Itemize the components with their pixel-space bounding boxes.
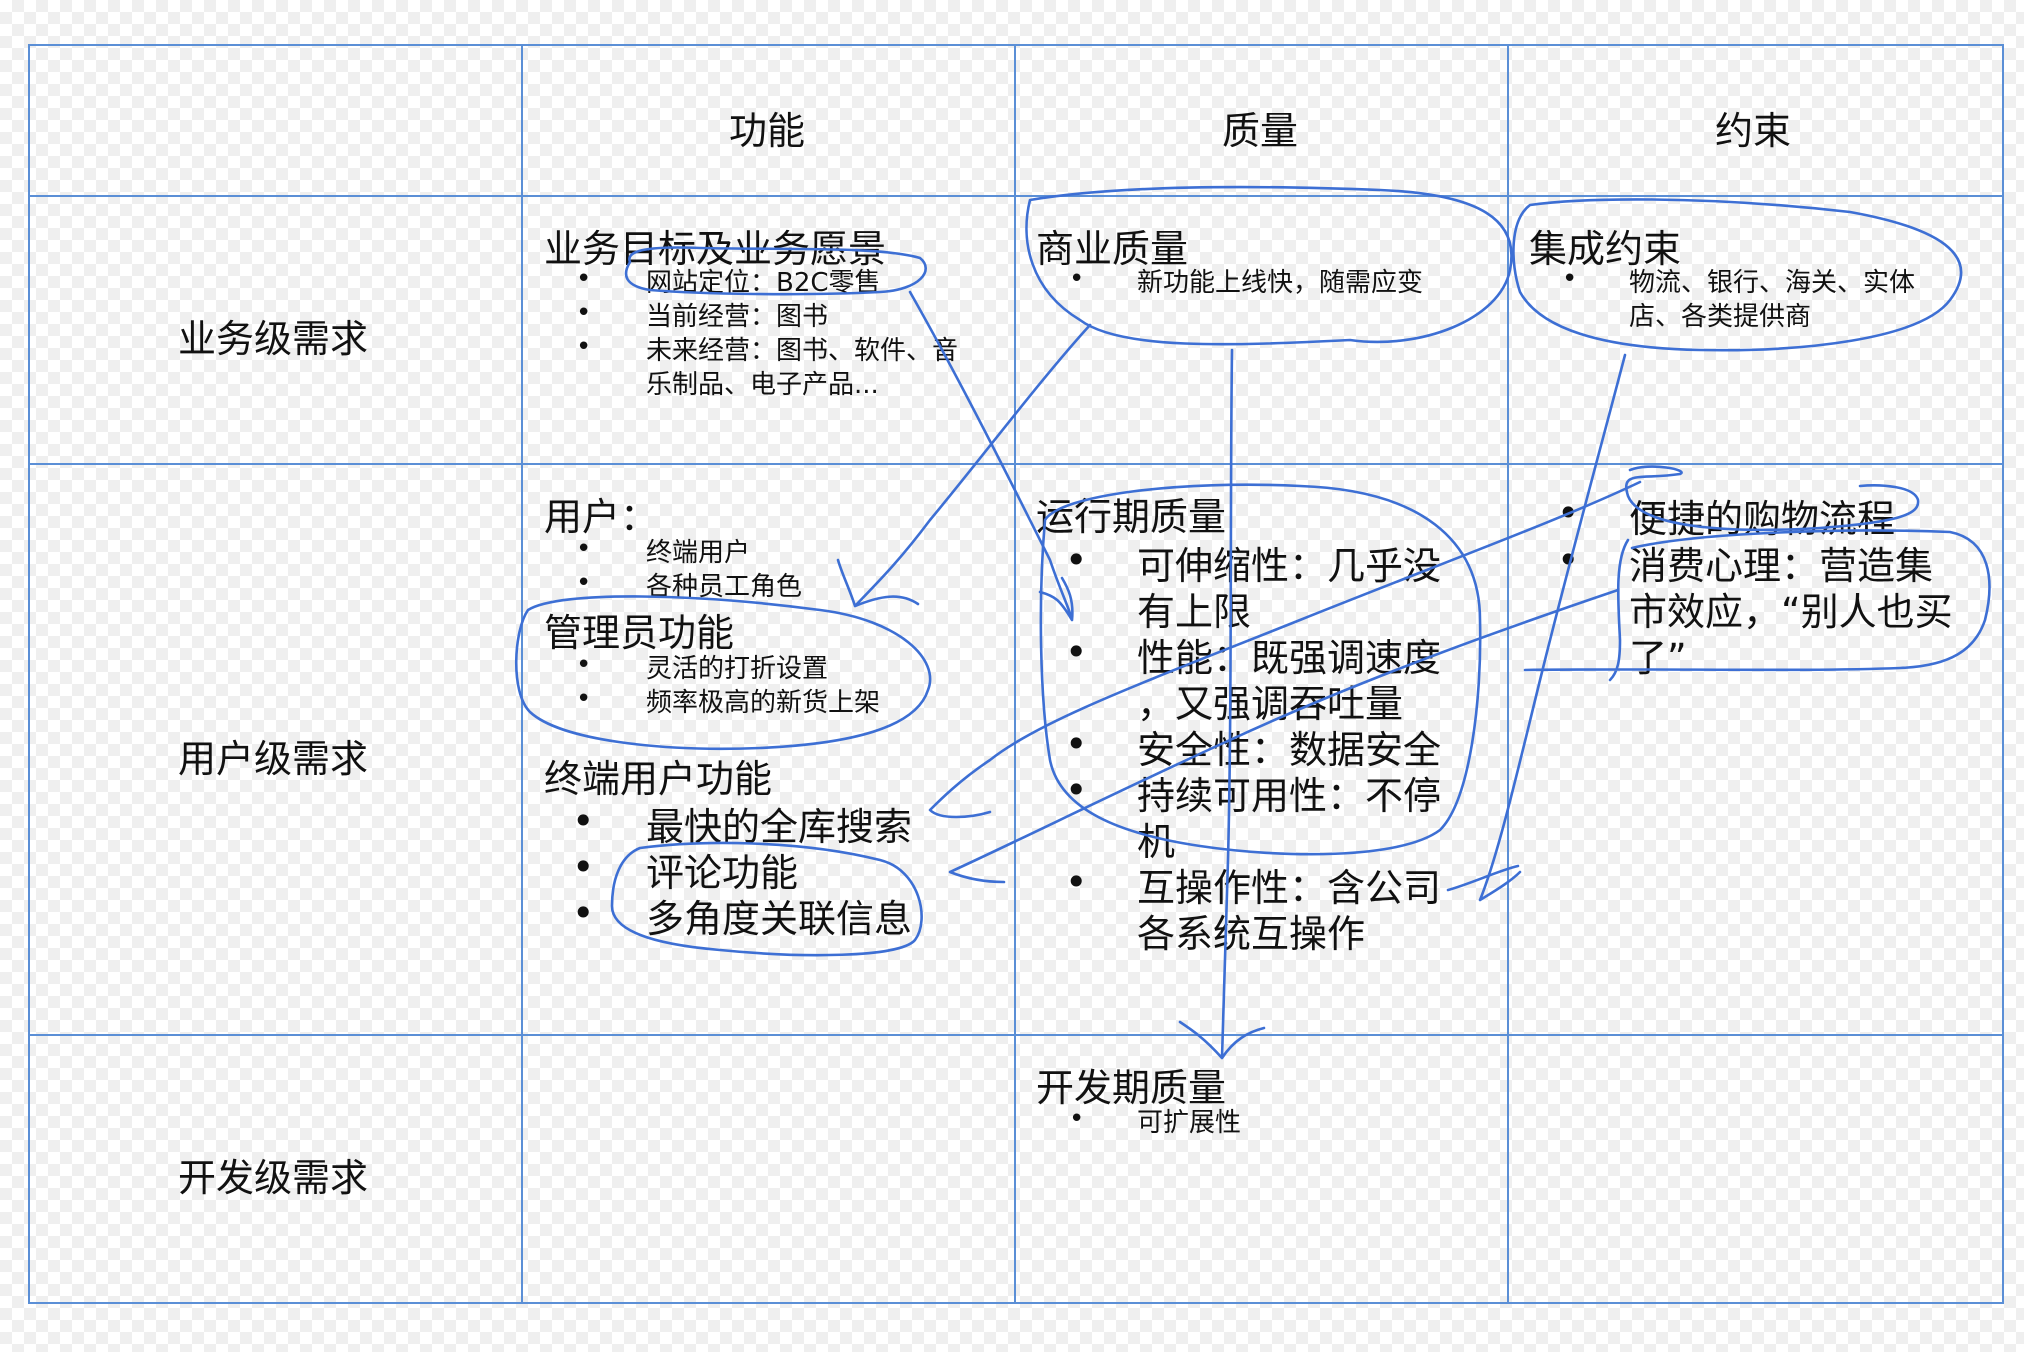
ink-circle-convenient-shopping [1625, 465, 1920, 532]
ink-tail-interop [1446, 864, 1520, 892]
ink-bracket-psychology [1523, 529, 1991, 682]
ink-arrow-b2c-to-runtime [908, 290, 1074, 622]
ink-circle-comment-multiview [610, 841, 923, 957]
ink-arrow-psych-to-comment [948, 588, 1620, 884]
ink-circle-integration [1512, 198, 1963, 352]
ink-arrow-down-to-dev [1178, 348, 1266, 1060]
requirements-table: 功能 质量 约束 业务级需求 用户级需求 开发级需求 业务目标及业务愿景 • 网… [0, 0, 2024, 1352]
ink-arrow-integration-to-runtime [1478, 353, 1627, 902]
handwritten-annotations [514, 185, 1991, 1060]
ink-circle-b2c [624, 246, 927, 296]
ink-circle-admin [514, 595, 932, 751]
ink-circle-business-quality [1025, 185, 1513, 346]
